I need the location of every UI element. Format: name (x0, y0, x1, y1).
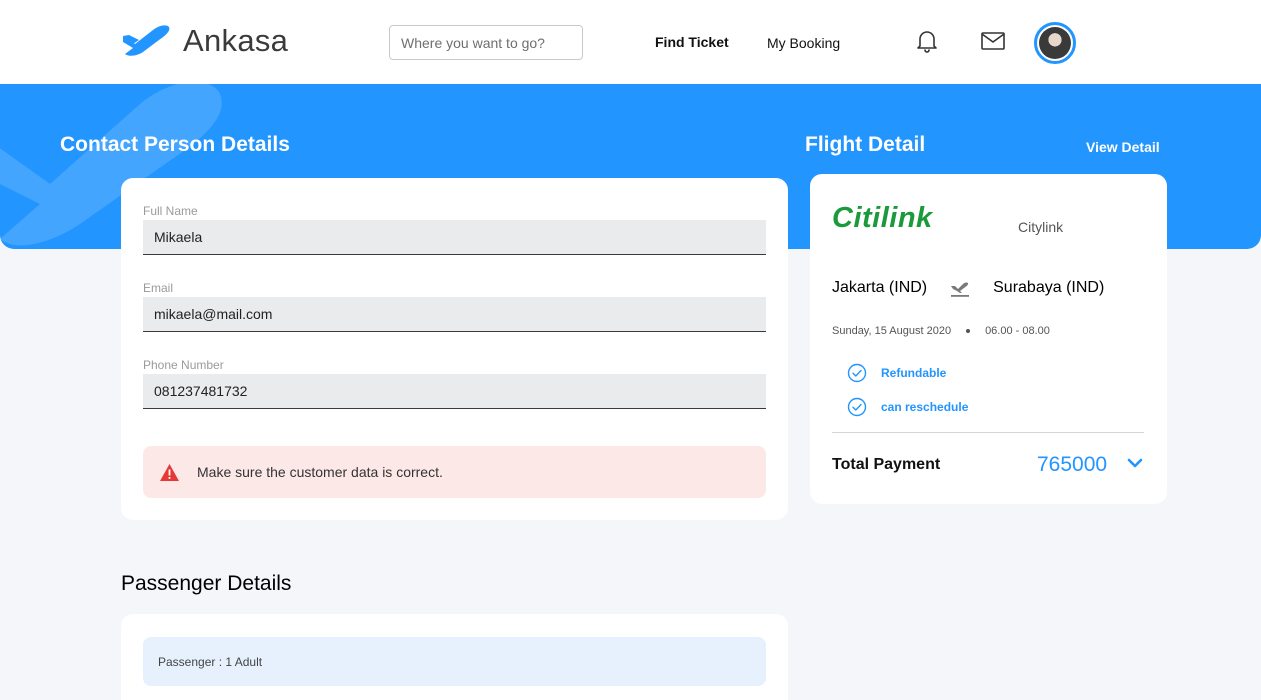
total-payment-value: 765000 (1037, 453, 1108, 476)
brand-logo[interactable]: Ankasa (121, 22, 288, 60)
phone-input[interactable] (143, 374, 766, 408)
top-navbar: Ankasa Find Ticket My Booking (0, 0, 1261, 84)
nav-my-booking[interactable]: My Booking (767, 35, 840, 51)
full-name-field[interactable] (143, 220, 766, 255)
flight-time: 06.00 - 08.00 (985, 325, 1050, 337)
nav-find-ticket[interactable]: Find Ticket (655, 34, 729, 50)
full-name-input[interactable] (143, 220, 766, 254)
passenger-summary: Passenger : 1 Adult (158, 654, 263, 669)
brand-name: Ankasa (183, 23, 289, 58)
passenger-card: Passenger : 1 Adult (121, 614, 788, 700)
view-detail-link[interactable]: View Detail (1086, 139, 1160, 155)
email-label: Email (143, 281, 174, 295)
avatar-image (1039, 27, 1071, 59)
destination-city: Surabaya (IND) (993, 279, 1105, 296)
search-input[interactable] (390, 26, 582, 59)
contact-section-title: Contact Person Details (60, 133, 290, 156)
warning-alert: Make sure the customer data is correct. (143, 446, 766, 498)
divider (832, 432, 1144, 433)
search-box[interactable] (389, 25, 583, 60)
bell-icon[interactable] (914, 28, 940, 54)
airplane-icon (951, 282, 970, 297)
passenger-summary-bar: Passenger : 1 Adult (143, 637, 766, 686)
check-circle-icon (847, 363, 867, 383)
passenger-section-title: Passenger Details (121, 572, 292, 595)
origin-city: Jakarta (IND) (832, 279, 928, 296)
feature-label: Refundable (881, 366, 947, 380)
feature-refundable: Refundable (847, 363, 946, 383)
separator-dot (966, 329, 971, 333)
feature-label: can reschedule (881, 400, 969, 414)
phone-label: Phone Number (143, 358, 224, 372)
check-circle-icon (847, 397, 867, 417)
total-payment-label: Total Payment (832, 456, 941, 473)
email-field[interactable] (143, 297, 766, 332)
contact-card: Full Name Email Phone Number Make sure t… (121, 178, 788, 520)
airline-logo: Citilink (832, 202, 933, 235)
flight-section-title: Flight Detail (805, 133, 926, 156)
flight-route: Jakarta (IND) Surabaya (IND) (832, 278, 1104, 298)
chevron-down-icon[interactable] (1126, 456, 1144, 470)
flight-card: Citilink Citylink Jakarta (IND) Surabaya… (810, 174, 1167, 504)
airline-logo-text: Citilink (832, 202, 933, 234)
feature-reschedule: can reschedule (847, 397, 968, 417)
user-avatar[interactable] (1034, 22, 1076, 64)
full-name-label: Full Name (143, 204, 198, 218)
warning-icon (160, 463, 179, 481)
airline-name: Citylink (1018, 219, 1064, 235)
flight-schedule: Sunday, 15 August 2020 06.00 - 08.00 (832, 325, 1050, 337)
phone-field[interactable] (143, 374, 766, 409)
mail-icon[interactable] (980, 29, 1006, 53)
alert-text: Make sure the customer data is correct. (197, 464, 443, 480)
email-input[interactable] (143, 297, 766, 331)
plane-logo-icon (123, 25, 170, 56)
flight-date: Sunday, 15 August 2020 (832, 325, 952, 337)
